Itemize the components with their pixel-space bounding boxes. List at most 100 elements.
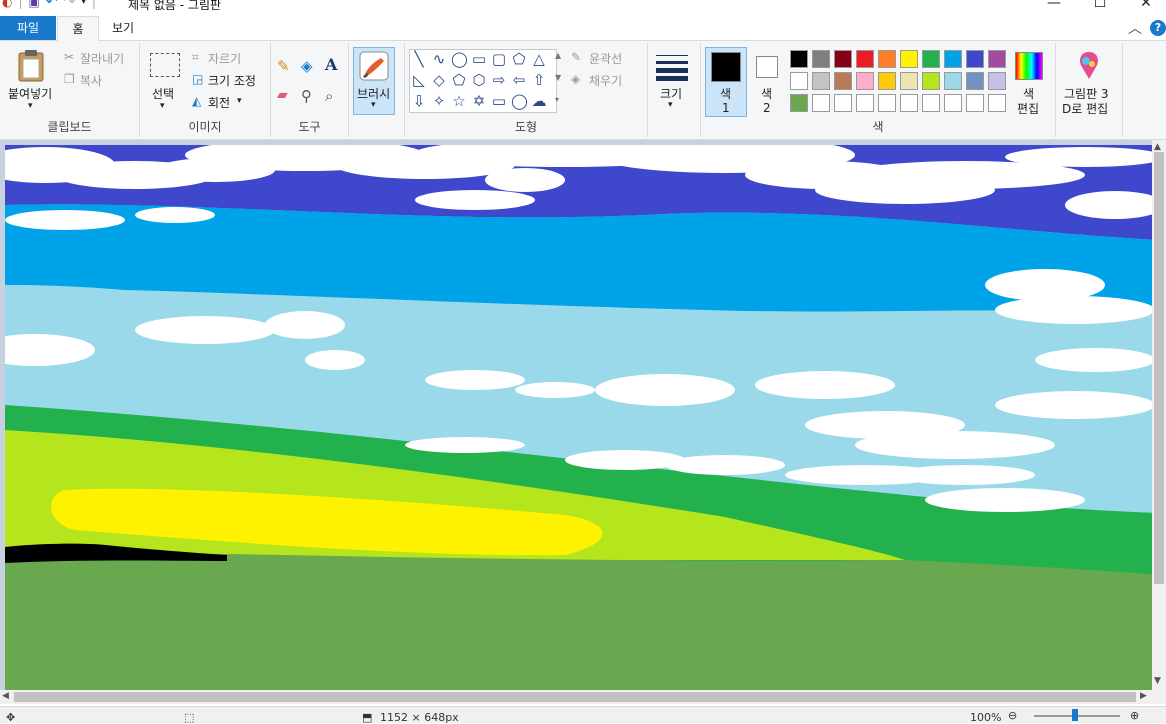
palette-swatch[interactable] (856, 72, 874, 90)
shapes-scroll-down-icon[interactable]: ▼ (555, 73, 561, 82)
speech-bubble-oval-shape-icon[interactable]: ◯ (511, 93, 528, 109)
speech-bubble-rect-shape-icon[interactable]: ▭ (491, 93, 507, 109)
paste-button[interactable]: 붙여넣기 (8, 85, 52, 102)
palette-swatch[interactable] (856, 94, 874, 112)
arrow-right-shape-icon[interactable]: ⇨ (491, 72, 507, 88)
vertical-scrollbar[interactable]: ▲ ▼ (1152, 140, 1166, 690)
maximize-button[interactable]: ☐ (1077, 0, 1123, 14)
scroll-down-icon[interactable]: ▼ (1154, 676, 1161, 686)
palette-swatch[interactable] (878, 72, 896, 90)
five-point-star-shape-icon[interactable]: ☆ (451, 93, 467, 109)
right-triangle-shape-icon[interactable]: ◺ (411, 72, 427, 88)
palette-swatch[interactable] (966, 72, 984, 90)
paint3d-line2[interactable]: D로 편집 (1062, 100, 1108, 117)
color-picker-icon[interactable]: ⚲ (301, 87, 312, 105)
palette-swatch[interactable] (834, 50, 852, 68)
palette-swatch[interactable] (922, 72, 940, 90)
palette-swatch[interactable] (988, 50, 1006, 68)
select-dropdown-icon[interactable]: ▾ (160, 101, 165, 111)
palette-swatch[interactable] (878, 94, 896, 112)
horizontal-scrollbar[interactable]: ◀ ▶ (0, 690, 1152, 704)
size-icon[interactable] (656, 53, 688, 81)
rotate-dropdown-icon[interactable]: ▾ (237, 96, 242, 106)
size-dropdown-icon[interactable]: ▾ (668, 100, 673, 110)
undo-icon[interactable]: ↶ (46, 0, 58, 10)
arrow-left-shape-icon[interactable]: ⇦ (511, 72, 527, 88)
drawing-canvas[interactable] (5, 145, 1152, 690)
tab-view[interactable]: 보기 (100, 16, 146, 40)
color2-swatch[interactable] (756, 56, 778, 78)
palette-swatch[interactable] (856, 50, 874, 68)
diamond-shape-icon[interactable]: ◇ (431, 72, 447, 88)
eraser-icon[interactable]: ▰ (277, 87, 288, 103)
scroll-right-icon[interactable]: ▶ (1140, 691, 1147, 701)
fill-button[interactable]: 채우기 (589, 72, 622, 89)
close-button[interactable]: ✕ (1123, 0, 1166, 14)
palette-swatch[interactable] (944, 50, 962, 68)
paste-dropdown-icon[interactable]: ▾ (28, 101, 33, 111)
redo-icon[interactable]: ↷ (64, 0, 76, 10)
shapes-more-icon[interactable]: ▾ (555, 95, 559, 104)
resize-button[interactable]: 크기 조정 (208, 72, 256, 89)
outline-button[interactable]: 윤곽선 (589, 50, 622, 67)
palette-swatch[interactable] (834, 94, 852, 112)
palette-swatch[interactable] (922, 50, 940, 68)
oval-shape-icon[interactable]: ◯ (451, 51, 468, 67)
cut-button[interactable]: 잘라내기 (80, 50, 124, 67)
save-icon[interactable]: ▣ (29, 0, 40, 9)
palette-swatch[interactable] (922, 94, 940, 112)
palette-swatch[interactable] (834, 72, 852, 90)
palette-swatch[interactable] (966, 94, 984, 112)
fill-bucket-icon[interactable]: ◈ (301, 57, 313, 75)
text-tool-icon[interactable]: A (325, 55, 337, 74)
horizontal-scroll-thumb[interactable] (14, 692, 1136, 702)
rotate-button[interactable]: 회전 (208, 94, 230, 111)
palette-swatch[interactable] (944, 72, 962, 90)
palette-swatch[interactable] (988, 72, 1006, 90)
pencil-icon[interactable]: ✎ (277, 57, 290, 75)
zoom-slider-thumb[interactable] (1072, 709, 1078, 721)
collapse-ribbon-icon[interactable]: ︿ (1128, 18, 1142, 38)
palette-swatch[interactable] (944, 94, 962, 112)
arrow-down-shape-icon[interactable]: ⇩ (411, 93, 427, 109)
vertical-scroll-thumb[interactable] (1154, 152, 1164, 584)
rounded-rect-shape-icon[interactable]: ▢ (491, 51, 507, 67)
palette-swatch[interactable] (900, 50, 918, 68)
tab-home[interactable]: 홈 (57, 16, 99, 42)
hexagon-shape-icon[interactable]: ⬡ (471, 72, 487, 88)
help-icon[interactable]: ? (1150, 20, 1166, 36)
pentagon-shape-icon[interactable]: ⬠ (451, 72, 467, 88)
triangle-shape-icon[interactable]: △ (531, 51, 547, 67)
palette-swatch[interactable] (988, 94, 1006, 112)
polygon-shape-icon[interactable]: ⬠ (511, 51, 527, 67)
four-point-star-shape-icon[interactable]: ✧ (431, 93, 447, 109)
rectangle-shape-icon[interactable]: ▭ (471, 51, 487, 67)
minimize-button[interactable]: — (1031, 0, 1077, 14)
customize-qa-icon[interactable]: ▾ (81, 0, 86, 7)
cloud-shape-icon[interactable]: ☁ (531, 93, 547, 109)
brushes-dropdown-icon[interactable]: ▾ (371, 100, 376, 110)
zoom-out-icon[interactable]: ⊖ (1008, 709, 1017, 722)
scroll-up-icon[interactable]: ▲ (1154, 142, 1161, 152)
edit-colors-line2[interactable]: 편집 (1017, 100, 1039, 117)
line-shape-icon[interactable]: ╲ (411, 51, 427, 67)
paint3d-icon[interactable] (1076, 51, 1102, 81)
palette-swatch[interactable] (812, 72, 830, 90)
tab-file[interactable]: 파일 (0, 16, 56, 40)
palette-swatch[interactable] (900, 72, 918, 90)
palette-swatch[interactable] (812, 50, 830, 68)
crop-button[interactable]: 자르기 (208, 50, 241, 67)
palette-swatch[interactable] (790, 72, 808, 90)
paste-icon[interactable] (16, 49, 46, 83)
palette-swatch[interactable] (790, 94, 808, 112)
arrow-up-shape-icon[interactable]: ⇧ (531, 72, 547, 88)
select-icon[interactable] (150, 53, 180, 77)
select-button[interactable]: 선택 (152, 85, 174, 102)
curve-shape-icon[interactable]: ∿ (431, 51, 447, 67)
scroll-left-icon[interactable]: ◀ (2, 691, 9, 701)
edit-colors-icon[interactable] (1015, 52, 1043, 80)
palette-swatch[interactable] (812, 94, 830, 112)
six-point-star-shape-icon[interactable]: ✡ (471, 93, 487, 109)
palette-swatch[interactable] (966, 50, 984, 68)
copy-button[interactable]: 복사 (80, 72, 102, 89)
